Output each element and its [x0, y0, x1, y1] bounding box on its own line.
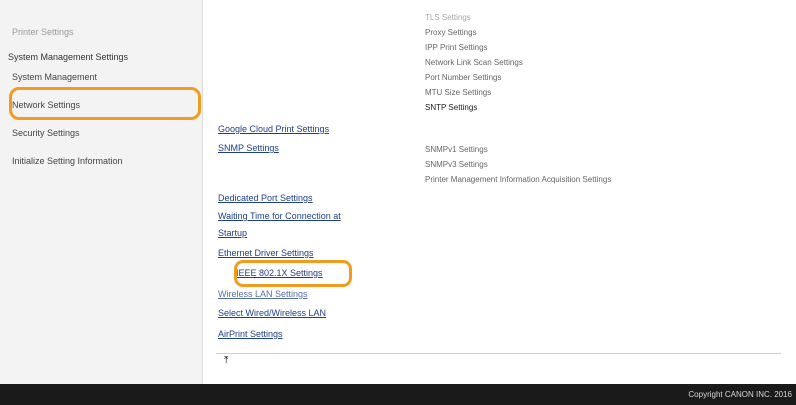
link-ethernet-driver-settings[interactable]: Ethernet Driver Settings	[218, 248, 314, 258]
sidebar-item-security-settings[interactable]: Security Settings	[12, 128, 80, 138]
link-waiting-time-line2[interactable]: Startup	[218, 228, 247, 238]
sidebar-section-system-management-settings: System Management Settings	[8, 52, 129, 62]
link-dedicated-port-settings[interactable]: Dedicated Port Settings	[218, 193, 313, 203]
link-printer-management-information-acquisition-settings[interactable]: Printer Management Information Acquisiti…	[425, 175, 611, 184]
footer: Copyright CANON INC. 2016	[0, 384, 796, 405]
sidebar-item-printer-settings[interactable]: Printer Settings	[12, 27, 74, 37]
link-select-wired-wireless-lan[interactable]: Select Wired/Wireless LAN	[218, 308, 326, 318]
link-port-number-settings[interactable]: Port Number Settings	[425, 73, 501, 82]
link-network-link-scan-settings[interactable]: Network Link Scan Settings	[425, 58, 523, 67]
main-content: TLS Settings Proxy Settings IPP Print Se…	[203, 0, 796, 384]
link-wireless-lan-settings[interactable]: Wireless LAN Settings	[218, 289, 308, 299]
link-waiting-time-line1[interactable]: Waiting Time for Connection at	[218, 211, 341, 221]
network-settings-highlight	[9, 87, 201, 120]
copyright-text: Copyright CANON INC. 2016	[688, 390, 792, 399]
link-google-cloud-print-settings[interactable]: Google Cloud Print Settings	[218, 124, 329, 134]
divider	[216, 353, 781, 354]
link-proxy-settings[interactable]: Proxy Settings	[425, 28, 477, 37]
link-snmp-settings[interactable]: SNMP Settings	[218, 143, 279, 153]
link-ipp-print-settings[interactable]: IPP Print Settings	[425, 43, 488, 52]
sidebar: Printer Settings System Management Setti…	[0, 0, 203, 384]
link-mtu-size-settings[interactable]: MTU Size Settings	[425, 88, 491, 97]
link-sntp-settings[interactable]: SNTP Settings	[425, 103, 477, 112]
link-snmpv1-settings[interactable]: SNMPv1 Settings	[425, 145, 488, 154]
link-snmpv3-settings[interactable]: SNMPv3 Settings	[425, 160, 488, 169]
ieee-8021x-highlight	[234, 260, 352, 287]
sidebar-item-initialize-setting-information[interactable]: Initialize Setting Information	[12, 156, 123, 166]
link-tls-settings[interactable]: TLS Settings	[425, 13, 471, 22]
back-to-top-icon[interactable]: ⤒	[224, 356, 228, 366]
sidebar-item-system-management[interactable]: System Management	[12, 72, 97, 82]
link-airprint-settings[interactable]: AirPrint Settings	[218, 329, 283, 339]
